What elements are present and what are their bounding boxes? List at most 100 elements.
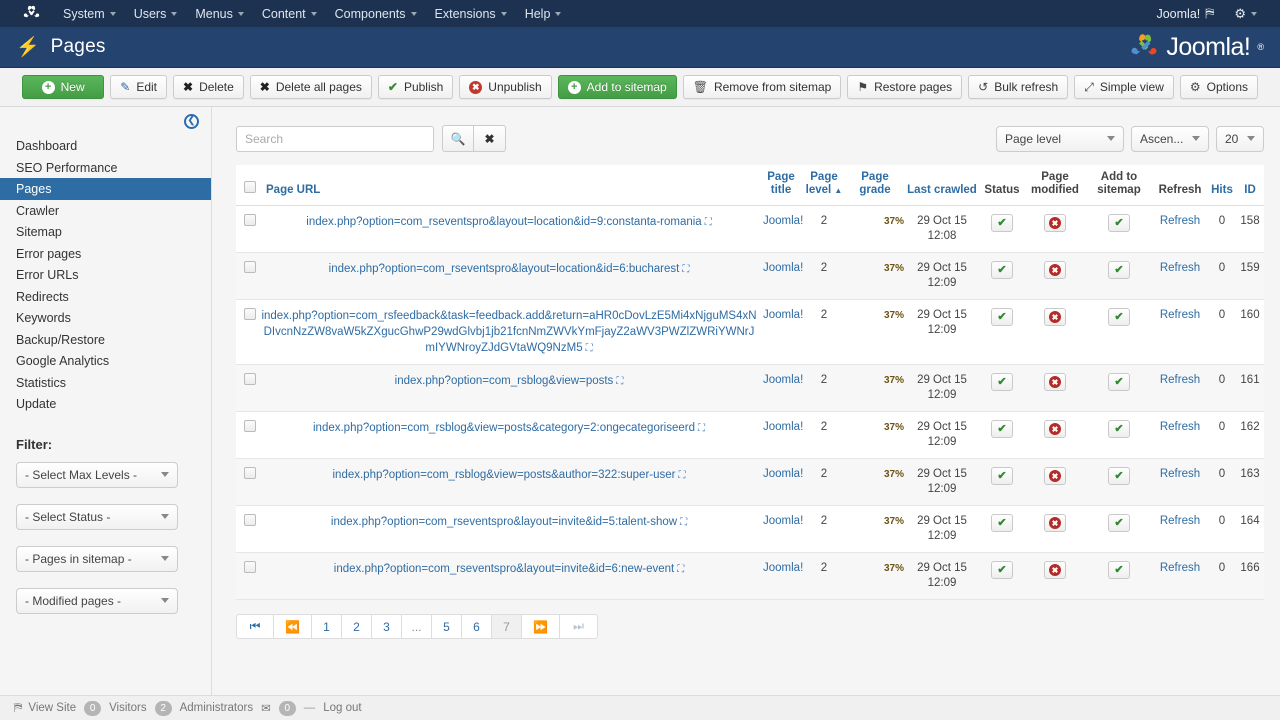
sort-field-select[interactable]: Page level bbox=[996, 125, 1124, 152]
remove-from-sitemap-button[interactable]: 🗑 Remove from sitemap bbox=[682, 75, 842, 99]
sidebar-item-redirects[interactable]: Redirects bbox=[0, 286, 211, 308]
page-url-link[interactable]: index.php?option=com_rseventspro&layout=… bbox=[334, 563, 674, 575]
row-checkbox[interactable] bbox=[244, 373, 256, 385]
header-page-level[interactable]: Page level ▲ bbox=[802, 165, 846, 206]
status-published-toggle[interactable]: ✔ bbox=[991, 561, 1013, 579]
add-to-sitemap-toggle[interactable]: ✔ bbox=[1108, 261, 1130, 279]
external-link-icon[interactable]: ⛶ bbox=[705, 217, 712, 228]
page-modified-toggle[interactable]: ✖ bbox=[1044, 467, 1066, 485]
bulk-refresh-button[interactable]: ↺ Bulk refresh bbox=[968, 75, 1069, 99]
edit-button[interactable]: ✎ Edit bbox=[110, 75, 167, 99]
page-modified-toggle[interactable]: ✖ bbox=[1044, 420, 1066, 438]
menu-extensions[interactable]: Extensions bbox=[426, 3, 516, 25]
unpublish-button[interactable]: ✖ Unpublish bbox=[459, 75, 552, 99]
select-all-checkbox[interactable] bbox=[244, 181, 256, 193]
add-to-sitemap-toggle[interactable]: ✔ bbox=[1108, 214, 1130, 232]
status-published-toggle[interactable]: ✔ bbox=[991, 308, 1013, 326]
pagination-prev[interactable]: ⏪ bbox=[274, 614, 312, 639]
select-status[interactable]: - Select Status - bbox=[16, 503, 178, 530]
page-url-link[interactable]: index.php?option=com_rsblog&view=posts&c… bbox=[313, 422, 695, 434]
external-link-icon[interactable]: ⛶ bbox=[678, 470, 685, 481]
sidebar-item-keywords[interactable]: Keywords bbox=[0, 307, 211, 329]
search-input[interactable] bbox=[236, 125, 434, 152]
status-published-toggle[interactable]: ✔ bbox=[991, 467, 1013, 485]
site-preview-link[interactable]: Joomla! ⛿ bbox=[1147, 2, 1223, 25]
page-title-link[interactable]: Joomla! bbox=[763, 309, 803, 321]
refresh-link[interactable]: Refresh bbox=[1160, 515, 1200, 527]
page-title-link[interactable]: Joomla! bbox=[763, 215, 803, 227]
delete-button[interactable]: ✖ Delete bbox=[173, 75, 244, 99]
header-hits[interactable]: Hits bbox=[1208, 165, 1236, 206]
sidebar-item-google-analytics[interactable]: Google Analytics bbox=[0, 350, 211, 372]
refresh-link[interactable]: Refresh bbox=[1160, 374, 1200, 386]
add-to-sitemap-toggle[interactable]: ✔ bbox=[1108, 467, 1130, 485]
header-page-title[interactable]: Page title bbox=[760, 165, 802, 206]
row-checkbox[interactable] bbox=[244, 420, 256, 432]
add-to-sitemap-toggle[interactable]: ✔ bbox=[1108, 561, 1130, 579]
admin-settings-menu[interactable]: ⚙ bbox=[1225, 2, 1266, 26]
add-to-sitemap-toggle[interactable]: ✔ bbox=[1108, 514, 1130, 532]
collapse-left-icon[interactable]: ❮ bbox=[184, 113, 199, 129]
refresh-link[interactable]: Refresh bbox=[1160, 562, 1200, 574]
row-checkbox[interactable] bbox=[244, 308, 256, 320]
pagination-page-2[interactable]: 2 bbox=[342, 614, 372, 639]
page-size-select[interactable]: 20 bbox=[1216, 125, 1264, 152]
refresh-link[interactable]: Refresh bbox=[1160, 421, 1200, 433]
page-title-link[interactable]: Joomla! bbox=[763, 421, 803, 433]
refresh-link[interactable]: Refresh bbox=[1160, 468, 1200, 480]
page-title-link[interactable]: Joomla! bbox=[763, 468, 803, 480]
status-published-toggle[interactable]: ✔ bbox=[991, 214, 1013, 232]
page-modified-toggle[interactable]: ✖ bbox=[1044, 561, 1066, 579]
sidebar-item-seo-performance[interactable]: SEO Performance bbox=[0, 157, 211, 179]
add-to-sitemap-toggle[interactable]: ✔ bbox=[1108, 420, 1130, 438]
pagination-next[interactable]: ⏩ bbox=[522, 614, 560, 639]
menu-content[interactable]: Content bbox=[253, 3, 326, 25]
sidebar-item-sitemap[interactable]: Sitemap bbox=[0, 221, 211, 243]
pagination-first[interactable]: ⏮ bbox=[236, 614, 274, 639]
new-button[interactable]: + New bbox=[22, 75, 105, 99]
pagination-page-7[interactable]: 7 bbox=[492, 614, 522, 639]
header-last-crawled[interactable]: Last crawled bbox=[904, 165, 980, 206]
pagination-page-1[interactable]: 1 bbox=[312, 614, 342, 639]
delete-all-pages-button[interactable]: ✖ Delete all pages bbox=[249, 75, 372, 99]
pagination-last[interactable]: ⏭ bbox=[560, 614, 598, 639]
select-max-levels[interactable]: - Select Max Levels - bbox=[16, 461, 178, 488]
menu-help[interactable]: Help bbox=[516, 3, 571, 25]
row-checkbox[interactable] bbox=[244, 514, 256, 526]
page-modified-toggle[interactable]: ✖ bbox=[1044, 373, 1066, 391]
refresh-link[interactable]: Refresh bbox=[1160, 215, 1200, 227]
menu-components[interactable]: Components bbox=[326, 3, 426, 25]
page-title-link[interactable]: Joomla! bbox=[763, 515, 803, 527]
refresh-link[interactable]: Refresh bbox=[1160, 309, 1200, 321]
pagination-page-3[interactable]: 3 bbox=[372, 614, 402, 639]
sidebar-item-backup-restore[interactable]: Backup/Restore bbox=[0, 329, 211, 351]
joomla-logo-icon[interactable] bbox=[20, 4, 42, 24]
publish-button[interactable]: ✔ Publish bbox=[377, 75, 454, 99]
page-modified-toggle[interactable]: ✖ bbox=[1044, 261, 1066, 279]
page-modified-toggle[interactable]: ✖ bbox=[1044, 214, 1066, 232]
page-url-link[interactable]: index.php?option=com_rsfeedback&task=fee… bbox=[261, 310, 756, 354]
simple-view-button[interactable]: ⤢ Simple view bbox=[1074, 75, 1174, 99]
page-url-link[interactable]: index.php?option=com_rseventspro&layout=… bbox=[329, 263, 680, 275]
header-page-url[interactable]: Page URL bbox=[258, 165, 760, 206]
page-title-link[interactable]: Joomla! bbox=[763, 374, 803, 386]
clear-search-button[interactable]: ✖ bbox=[474, 125, 506, 152]
external-link-icon[interactable]: ⛶ bbox=[677, 564, 684, 575]
sidebar-item-update[interactable]: Update bbox=[0, 393, 211, 415]
logout-link[interactable]: Log out bbox=[323, 702, 361, 714]
menu-system[interactable]: System bbox=[54, 3, 125, 25]
external-link-icon[interactable]: ⛶ bbox=[682, 264, 689, 275]
add-to-sitemap-toggle[interactable]: ✔ bbox=[1108, 373, 1130, 391]
sidebar-item-pages[interactable]: Pages bbox=[0, 178, 211, 200]
sidebar-item-dashboard[interactable]: Dashboard bbox=[0, 135, 211, 157]
row-checkbox[interactable] bbox=[244, 561, 256, 573]
add-to-sitemap-toggle[interactable]: ✔ bbox=[1108, 308, 1130, 326]
page-url-link[interactable]: index.php?option=com_rsblog&view=posts bbox=[395, 375, 614, 387]
external-link-icon[interactable]: ⛶ bbox=[698, 423, 705, 434]
row-checkbox[interactable] bbox=[244, 467, 256, 479]
page-modified-toggle[interactable]: ✖ bbox=[1044, 308, 1066, 326]
status-published-toggle[interactable]: ✔ bbox=[991, 514, 1013, 532]
view-site-link[interactable]: ⛿ View Site bbox=[14, 702, 76, 715]
envelope-icon[interactable]: ✉ bbox=[261, 701, 271, 715]
page-title-link[interactable]: Joomla! bbox=[763, 262, 803, 274]
